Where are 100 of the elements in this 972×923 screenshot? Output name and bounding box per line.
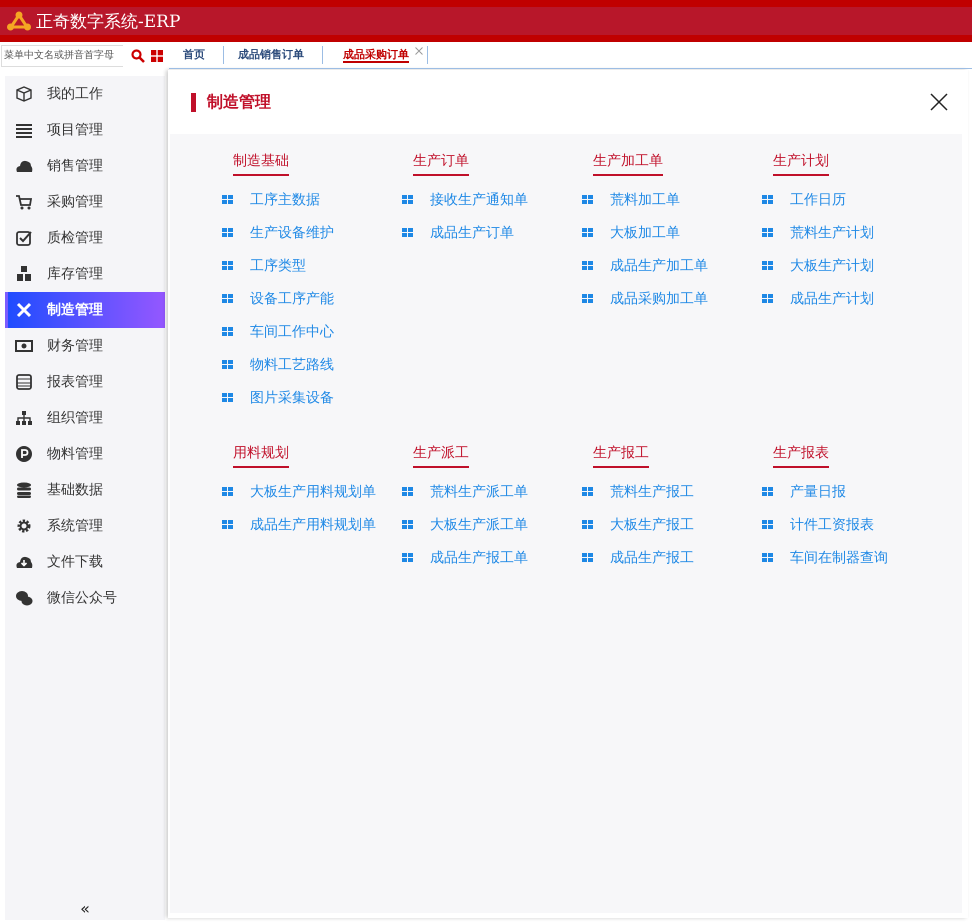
grid-icon bbox=[222, 294, 233, 303]
collapse-button[interactable]: « bbox=[76, 899, 94, 918]
menu-link[interactable]: 大板生产计划 bbox=[790, 256, 874, 274]
menu-link[interactable]: 物料工艺路线 bbox=[250, 356, 334, 374]
grid-icon bbox=[402, 553, 413, 562]
menu-link[interactable]: 工作日历 bbox=[790, 190, 846, 208]
group-heading: 制造基础 bbox=[233, 152, 289, 176]
grid-icon bbox=[582, 261, 593, 270]
menu-link[interactable]: 车间在制器查询 bbox=[790, 548, 888, 566]
panel-title: 制造管理 bbox=[207, 92, 272, 112]
grid-icon bbox=[222, 520, 233, 529]
database-icon bbox=[15, 481, 33, 499]
group-heading: 生产计划 bbox=[773, 152, 829, 176]
menu-link[interactable]: 成品生产订单 bbox=[430, 224, 514, 242]
menu-link[interactable]: 图片采集设备 bbox=[250, 388, 334, 406]
grid-icon bbox=[582, 487, 593, 496]
sidebar-item[interactable]: 我的工作 bbox=[5, 76, 165, 112]
menu-link[interactable]: 设备工序产能 bbox=[250, 290, 334, 308]
sidebar-item[interactable]: 系统管理 bbox=[5, 508, 165, 544]
sidebar-item[interactable]: 库存管理 bbox=[5, 256, 165, 292]
sidebar-item[interactable]: 质检管理 bbox=[5, 220, 165, 256]
menu-link[interactable]: 荒料生产报工 bbox=[610, 482, 694, 500]
sidebar-item[interactable]: 项目管理 bbox=[5, 112, 165, 148]
menu-link[interactable]: 工序类型 bbox=[250, 256, 306, 274]
grid-icon bbox=[222, 261, 233, 270]
menu-link[interactable]: 大板生产派工单 bbox=[430, 516, 528, 534]
sidebar-item[interactable]: 采购管理 bbox=[5, 184, 165, 220]
menu-link[interactable]: 大板生产用料规划单 bbox=[250, 482, 376, 500]
sidebar-item[interactable]: 微信公众号 bbox=[5, 580, 165, 616]
group-heading: 生产加工单 bbox=[593, 152, 663, 176]
sidebar-item[interactable]: 报表管理 bbox=[5, 364, 165, 400]
grid-icon bbox=[222, 228, 233, 237]
sidebar-item[interactable]: 基础数据 bbox=[5, 472, 165, 508]
boxes-icon bbox=[15, 265, 33, 283]
menu-link[interactable]: 荒料加工单 bbox=[610, 190, 680, 208]
table-icon bbox=[15, 373, 33, 391]
menu-link[interactable]: 产量日报 bbox=[790, 482, 846, 500]
grid-icon bbox=[402, 228, 413, 237]
title-marker bbox=[191, 92, 196, 112]
group-heading: 生产订单 bbox=[413, 152, 469, 176]
grid-icon bbox=[762, 553, 773, 562]
grid-icon bbox=[402, 195, 413, 204]
grid-icon bbox=[222, 195, 233, 204]
list-icon bbox=[15, 121, 33, 139]
grid-icon bbox=[222, 487, 233, 496]
menu-link[interactable]: 大板加工单 bbox=[610, 224, 680, 242]
tab[interactable]: 成品销售订单 bbox=[224, 46, 318, 63]
sidebar-item[interactable]: 财务管理 bbox=[5, 328, 165, 364]
grid-icon bbox=[762, 261, 773, 270]
grid-icon bbox=[582, 195, 593, 204]
banknote-icon bbox=[15, 337, 33, 355]
grid-icon bbox=[582, 520, 593, 529]
tab[interactable]: 首页 bbox=[169, 46, 219, 63]
group-heading: 用料规划 bbox=[233, 444, 289, 468]
checkbox-icon bbox=[15, 229, 33, 247]
grid-icon bbox=[582, 228, 593, 237]
sidebar-item[interactable]: 组织管理 bbox=[5, 400, 165, 436]
p-circle-icon bbox=[15, 445, 33, 463]
grid-icon bbox=[582, 553, 593, 562]
search-field[interactable]: 菜单中文名或拼音首字母 bbox=[1, 44, 123, 66]
menu-link[interactable]: 成品生产计划 bbox=[790, 290, 874, 308]
grid-icon bbox=[762, 520, 773, 529]
menu-link[interactable]: 大板生产报工 bbox=[610, 516, 694, 534]
grid-icon bbox=[762, 195, 773, 204]
menu-link[interactable]: 成品采购加工单 bbox=[610, 290, 708, 308]
grid-icon bbox=[762, 487, 773, 496]
group-heading: 生产报表 bbox=[773, 444, 829, 468]
app-title: 正奇数字系统-ERP bbox=[36, 10, 180, 32]
grid-icon bbox=[762, 294, 773, 303]
grid-icon bbox=[762, 228, 773, 237]
menu-link[interactable]: 成品生产报工单 bbox=[430, 548, 528, 566]
sidebar-item[interactable]: 制造管理 bbox=[5, 292, 165, 328]
cart-icon bbox=[15, 193, 33, 211]
search-icon[interactable] bbox=[131, 48, 145, 62]
close-icon[interactable] bbox=[930, 93, 948, 111]
cube-icon bbox=[15, 85, 33, 103]
menu-link[interactable]: 计件工资报表 bbox=[790, 516, 874, 534]
grid-icon bbox=[222, 360, 233, 369]
group-heading: 生产派工 bbox=[413, 444, 469, 468]
menu-link[interactable]: 生产设备维护 bbox=[250, 224, 334, 242]
sidebar-item[interactable]: 销售管理 bbox=[5, 148, 165, 184]
gear-icon bbox=[15, 517, 33, 535]
sidebar-item[interactable]: 文件下载 bbox=[5, 544, 165, 580]
tab[interactable]: 成品采购订单 bbox=[323, 46, 415, 63]
grid-icon bbox=[222, 327, 233, 336]
menu-link[interactable]: 成品生产用料规划单 bbox=[250, 516, 376, 534]
menu-link[interactable]: 成品生产加工单 bbox=[610, 256, 708, 274]
grid-icon[interactable] bbox=[151, 50, 163, 62]
menu-link[interactable]: 成品生产报工 bbox=[610, 548, 694, 566]
grid-icon bbox=[222, 393, 233, 402]
menu-link[interactable]: 接收生产通知单 bbox=[430, 190, 528, 208]
menu-link[interactable]: 荒料生产派工单 bbox=[430, 482, 528, 500]
menu-link[interactable]: 荒料生产计划 bbox=[790, 224, 874, 242]
grid-icon bbox=[402, 520, 413, 529]
menu-link[interactable]: 车间工作中心 bbox=[250, 322, 334, 340]
menu-link[interactable]: 工序主数据 bbox=[250, 190, 320, 208]
sidebar-item[interactable]: 物料管理 bbox=[5, 436, 165, 472]
logo-icon bbox=[6, 11, 32, 31]
org-chart-icon bbox=[15, 409, 33, 427]
group-heading: 生产报工 bbox=[593, 444, 649, 468]
